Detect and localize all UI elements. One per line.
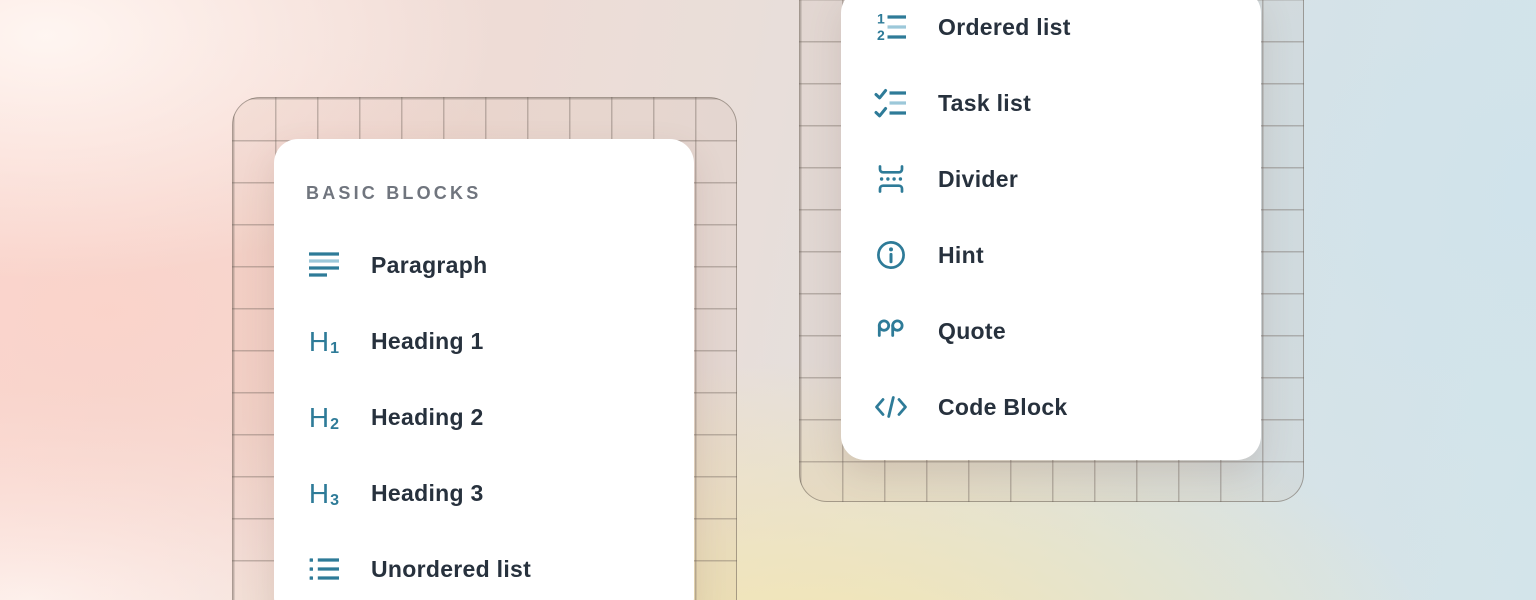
hero-illustration: BASIC BLOCKS Paragraph H1 Heading 1 H2 Headi… — [0, 0, 1536, 600]
quote-icon — [873, 313, 909, 349]
section-label-basic-blocks: BASIC BLOCKS — [274, 183, 694, 204]
more-blocks-list: 1 2 Ordered list Task list Divider Hint — [841, 0, 1261, 445]
menu-item-heading-2[interactable]: H2 Heading 2 — [274, 379, 694, 455]
menu-item-ordered-list[interactable]: 1 2 Ordered list — [841, 0, 1261, 65]
menu-item-paragraph[interactable]: Paragraph — [274, 227, 694, 303]
menu-item-divider[interactable]: Divider — [841, 141, 1261, 217]
divider-icon — [873, 161, 909, 197]
ordered-list-icon: 1 2 — [873, 9, 909, 45]
hint-icon — [873, 237, 909, 273]
heading-2-icon: H2 — [306, 399, 342, 435]
menu-item-label: Heading 3 — [371, 480, 484, 507]
menu-item-label: Code Block — [938, 394, 1068, 421]
paragraph-icon — [306, 247, 342, 283]
menu-item-hint[interactable]: Hint — [841, 217, 1261, 293]
menu-item-label: Ordered list — [938, 14, 1071, 41]
menu-item-label: Paragraph — [371, 252, 487, 279]
menu-item-code-block[interactable]: Code Block — [841, 369, 1261, 445]
basic-blocks-list: Paragraph H1 Heading 1 H2 Heading 2 H3 Heading… — [274, 227, 694, 600]
menu-item-label: Heading 1 — [371, 328, 484, 355]
more-blocks-menu: 1 2 Ordered list Task list Divider Hint — [841, 0, 1261, 460]
menu-item-label: Quote — [938, 318, 1006, 345]
task-list-icon — [873, 85, 909, 121]
menu-item-unordered-list[interactable]: Unordered list — [274, 531, 694, 600]
svg-text:2: 2 — [877, 27, 885, 43]
menu-item-label: Task list — [938, 90, 1031, 117]
unordered-list-icon — [306, 551, 342, 587]
menu-item-quote[interactable]: Quote — [841, 293, 1261, 369]
menu-item-heading-1[interactable]: H1 Heading 1 — [274, 303, 694, 379]
menu-item-task-list[interactable]: Task list — [841, 65, 1261, 141]
heading-3-icon: H3 — [306, 475, 342, 511]
menu-item-label: Divider — [938, 166, 1018, 193]
code-block-icon — [873, 389, 909, 425]
basic-blocks-menu: BASIC BLOCKS Paragraph H1 Heading 1 H2 Headi… — [274, 139, 694, 600]
heading-1-icon: H1 — [306, 323, 342, 359]
svg-text:1: 1 — [877, 11, 885, 27]
menu-item-label: Hint — [938, 242, 984, 269]
menu-item-heading-3[interactable]: H3 Heading 3 — [274, 455, 694, 531]
menu-item-label: Unordered list — [371, 556, 531, 583]
menu-item-label: Heading 2 — [371, 404, 484, 431]
